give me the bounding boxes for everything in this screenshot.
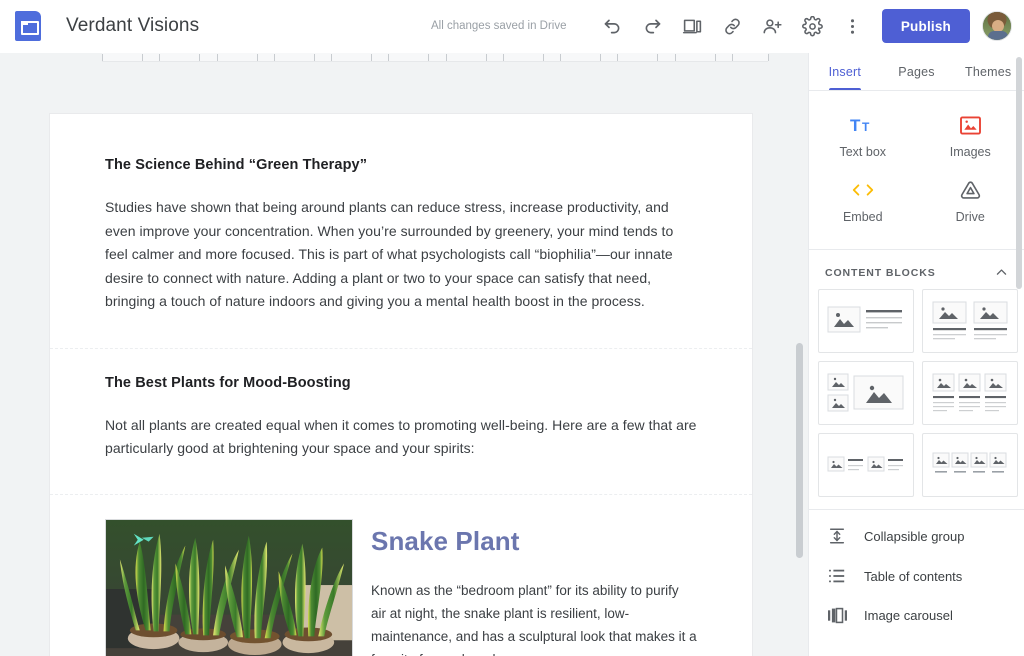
publish-button[interactable]: Publish — [882, 9, 970, 43]
google-sites-editor: Verdant Visions All changes saved in Dri… — [0, 0, 1024, 656]
insert-embed[interactable]: Embed — [809, 170, 917, 235]
layout-image-left-text-right[interactable] — [818, 289, 914, 353]
content-blocks-title: CONTENT BLOCKS — [825, 267, 936, 279]
more-button[interactable] — [833, 6, 873, 46]
save-status-text: All changes saved in Drive — [431, 20, 567, 32]
page-content[interactable]: The Science Behind “Green Therapy” Studi… — [50, 114, 752, 656]
preview-button[interactable] — [673, 6, 713, 46]
section-best-plants[interactable]: The Best Plants for Mood-Boosting Not al… — [50, 348, 752, 494]
settings-button[interactable] — [793, 6, 833, 46]
insert-text-box-label: Text box — [839, 145, 886, 159]
layout-thumb — [930, 299, 1010, 343]
content-blocks-header[interactable]: CONTENT BLOCKS — [809, 250, 1024, 289]
avatar-body — [988, 31, 1008, 40]
undo-icon — [602, 16, 623, 37]
collapsible-group-icon — [828, 527, 846, 545]
svg-text:T: T — [850, 116, 861, 134]
collapsible-group-label: Collapsible group — [864, 529, 964, 544]
layout-thumb — [930, 371, 1010, 415]
link-icon — [722, 16, 743, 37]
preview-device-icon — [682, 16, 703, 37]
canvas-scrollbar[interactable] — [796, 343, 803, 558]
google-sites-icon — [15, 11, 41, 41]
layout-ruler — [102, 53, 768, 62]
app-header: Verdant Visions All changes saved in Dri… — [0, 0, 1024, 53]
section-science-behind[interactable]: The Science Behind “Green Therapy” Studi… — [50, 114, 752, 348]
insert-quick-actions: T T Text box — [809, 91, 1024, 250]
gear-icon — [802, 16, 823, 37]
layout-thumb — [826, 371, 906, 415]
tab-insert[interactable]: Insert — [809, 53, 881, 90]
section-heading: The Science Behind “Green Therapy” — [105, 157, 697, 173]
redo-button[interactable] — [633, 6, 673, 46]
insert-images-label: Images — [950, 145, 991, 159]
table-of-contents-label: Table of contents — [864, 569, 962, 584]
page-canvas[interactable]: The Science Behind “Green Therapy” Studi… — [0, 53, 808, 656]
insert-drive-label: Drive — [956, 210, 985, 224]
undo-button[interactable] — [593, 6, 633, 46]
google-drive-icon — [960, 180, 981, 200]
redo-icon — [642, 16, 663, 37]
tab-themes[interactable]: Themes — [952, 53, 1024, 90]
snake-plant-text: Snake Plant Known as the “bedroom plant”… — [371, 519, 697, 656]
panel-scroll-area: T T Text box — [809, 91, 1024, 656]
table-of-contents-icon — [828, 567, 846, 585]
images-icon — [960, 116, 981, 135]
layout-two-image-text-pairs[interactable] — [818, 433, 914, 497]
insert-text-box[interactable]: T T Text box — [809, 105, 917, 170]
insert-drive[interactable]: Drive — [917, 170, 1024, 235]
snake-plant-image[interactable] — [105, 519, 353, 656]
layout-thumb — [826, 443, 906, 487]
layout-two-small-images-one-large[interactable] — [818, 361, 914, 425]
avatar[interactable] — [982, 11, 1012, 41]
plant-description: Known as the “bedroom plant” for its abi… — [371, 579, 697, 656]
layout-two-images-with-captions[interactable] — [922, 289, 1018, 353]
header-toolbar: Publish — [593, 6, 1024, 46]
insert-panel: Insert Pages Themes T T Text box — [808, 53, 1024, 656]
layout-three-images-with-captions[interactable] — [922, 361, 1018, 425]
plant-title: Snake Plant — [371, 527, 697, 556]
site-title[interactable]: Verdant Visions — [66, 15, 199, 37]
insert-images[interactable]: Images — [917, 105, 1024, 170]
svg-text:T: T — [862, 120, 870, 134]
layout-thumb — [930, 443, 1010, 487]
layout-thumb — [826, 299, 906, 343]
share-button[interactable] — [753, 6, 793, 46]
tab-pages[interactable]: Pages — [881, 53, 953, 90]
embed-code-icon — [851, 182, 875, 198]
layout-four-images-with-captions[interactable] — [922, 433, 1018, 497]
panel-scrollbar[interactable] — [1016, 57, 1022, 289]
insert-collapsible-group[interactable]: Collapsible group — [809, 516, 1024, 556]
text-box-icon: T T — [850, 116, 876, 134]
image-carousel-label: Image carousel — [864, 608, 953, 623]
section-paragraph: Studies have shown that being around pla… — [105, 196, 697, 314]
more-vertical-icon — [842, 16, 863, 37]
person-add-icon — [762, 16, 783, 37]
image-carousel-icon — [828, 607, 847, 624]
panel-extra-items: Collapsible group Table of contents — [809, 509, 1024, 635]
content-blocks-grid — [809, 289, 1024, 509]
chevron-up-icon[interactable] — [995, 266, 1008, 279]
section-snake-plant[interactable]: Snake Plant Known as the “bedroom plant”… — [50, 494, 752, 656]
insert-embed-label: Embed — [843, 210, 883, 224]
editor-body: The Science Behind “Green Therapy” Studi… — [0, 53, 1024, 656]
insert-table-of-contents[interactable]: Table of contents — [809, 556, 1024, 596]
section-paragraph: Not all plants are created equal when it… — [105, 414, 697, 461]
panel-tabs: Insert Pages Themes — [809, 53, 1024, 91]
snake-plant-photo — [106, 520, 352, 656]
section-heading: The Best Plants for Mood-Boosting — [105, 375, 697, 391]
insert-image-carousel[interactable]: Image carousel — [809, 596, 1024, 635]
copy-link-button[interactable] — [713, 6, 753, 46]
